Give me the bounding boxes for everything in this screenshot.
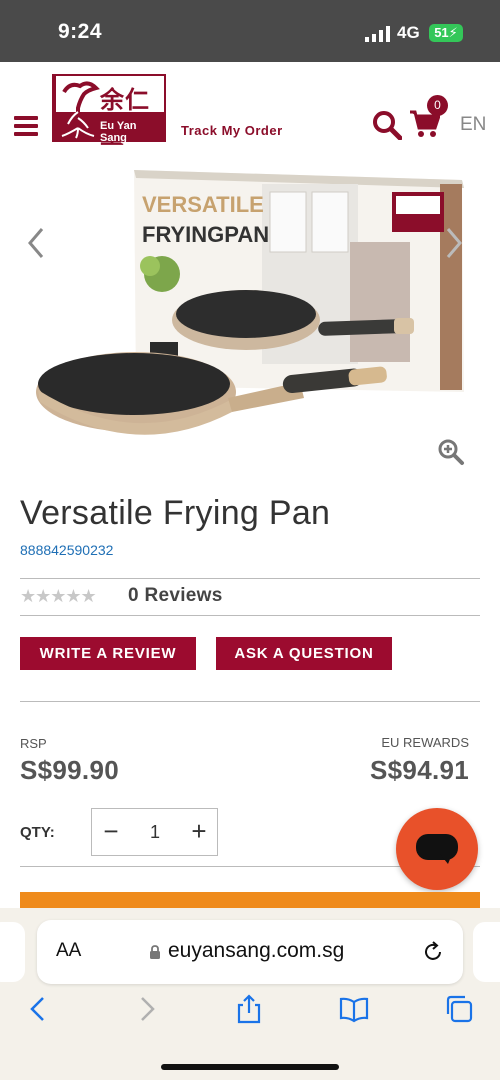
forward-icon[interactable] — [131, 994, 161, 1024]
search-icon[interactable] — [372, 110, 402, 140]
share-icon[interactable] — [234, 994, 264, 1024]
network-label: 4G — [397, 23, 420, 42]
url-text[interactable]: euyansang.com.sg — [168, 939, 344, 963]
address-bar[interactable]: AA euyansang.com.sg — [37, 920, 463, 984]
divider — [20, 615, 480, 616]
eu-rewards-label: EU REWARDS — [381, 735, 469, 750]
quantity-value[interactable]: 1 — [140, 822, 170, 843]
hamburger-menu-icon[interactable] — [14, 116, 38, 136]
quantity-stepper: − 1 + — [91, 808, 218, 856]
rsp-label: RSP — [20, 736, 47, 751]
write-review-button[interactable]: WRITE A REVIEW — [20, 637, 196, 670]
reload-icon[interactable] — [421, 940, 445, 964]
divider — [20, 578, 480, 579]
chat-button[interactable] — [396, 808, 478, 890]
home-indicator — [161, 1064, 339, 1070]
battery-icon: 51⚡ — [429, 24, 463, 42]
status-bar: 9:24 4G 51⚡ — [0, 0, 500, 62]
signal-icon — [365, 26, 390, 42]
box-title-line2: FRYINGPAN — [142, 222, 269, 247]
next-tab-preview[interactable] — [473, 922, 500, 982]
back-icon[interactable] — [24, 994, 54, 1024]
zoom-in-icon[interactable] — [437, 438, 465, 466]
reviews-count[interactable]: 0 Reviews — [128, 585, 223, 607]
reader-settings-button[interactable]: AA — [56, 940, 81, 962]
site-header: 余仁生 Eu Yan Sang Track My Order 0 EN — [0, 62, 500, 162]
quantity-increase-button[interactable]: + — [188, 818, 210, 845]
divider — [20, 701, 480, 702]
product-sku: 888842590232 — [20, 542, 114, 558]
product-image: VERSATILE FRYINGPAN — [36, 170, 464, 435]
logo-english-text: Eu Yan Sang — [100, 120, 137, 144]
battery-level: 51 — [434, 25, 449, 40]
ask-question-button[interactable]: ASK A QUESTION — [216, 637, 392, 670]
eu-rewards-price: S$94.91 — [370, 755, 469, 785]
gallery-prev-icon[interactable] — [26, 227, 46, 259]
gallery-next-icon[interactable] — [446, 227, 462, 259]
lock-icon — [150, 945, 160, 959]
product-title: Versatile Frying Pan — [20, 494, 331, 532]
box-title-line1: VERSATILE — [142, 192, 264, 217]
rating-stars[interactable]: ★★★★★ — [20, 586, 97, 607]
browser-toolbar: AA euyansang.com.sg — [0, 908, 500, 1080]
logo-tree-icon — [61, 81, 100, 139]
site-logo[interactable]: 余仁生 Eu Yan Sang — [52, 74, 166, 149]
status-time: 9:24 — [58, 20, 103, 43]
bookmarks-icon[interactable] — [339, 994, 369, 1024]
track-order-link[interactable]: Track My Order — [181, 123, 283, 138]
quantity-decrease-button[interactable]: − — [100, 818, 122, 845]
previous-tab-preview[interactable] — [0, 922, 25, 982]
rsp-price: S$99.90 — [20, 755, 119, 785]
tabs-icon[interactable] — [444, 994, 474, 1024]
product-gallery[interactable]: VERSATILE FRYINGPAN — [0, 162, 500, 480]
language-switch[interactable]: EN — [460, 114, 486, 136]
quantity-label: QTY: — [20, 824, 55, 841]
cart-count-badge: 0 — [427, 95, 448, 116]
